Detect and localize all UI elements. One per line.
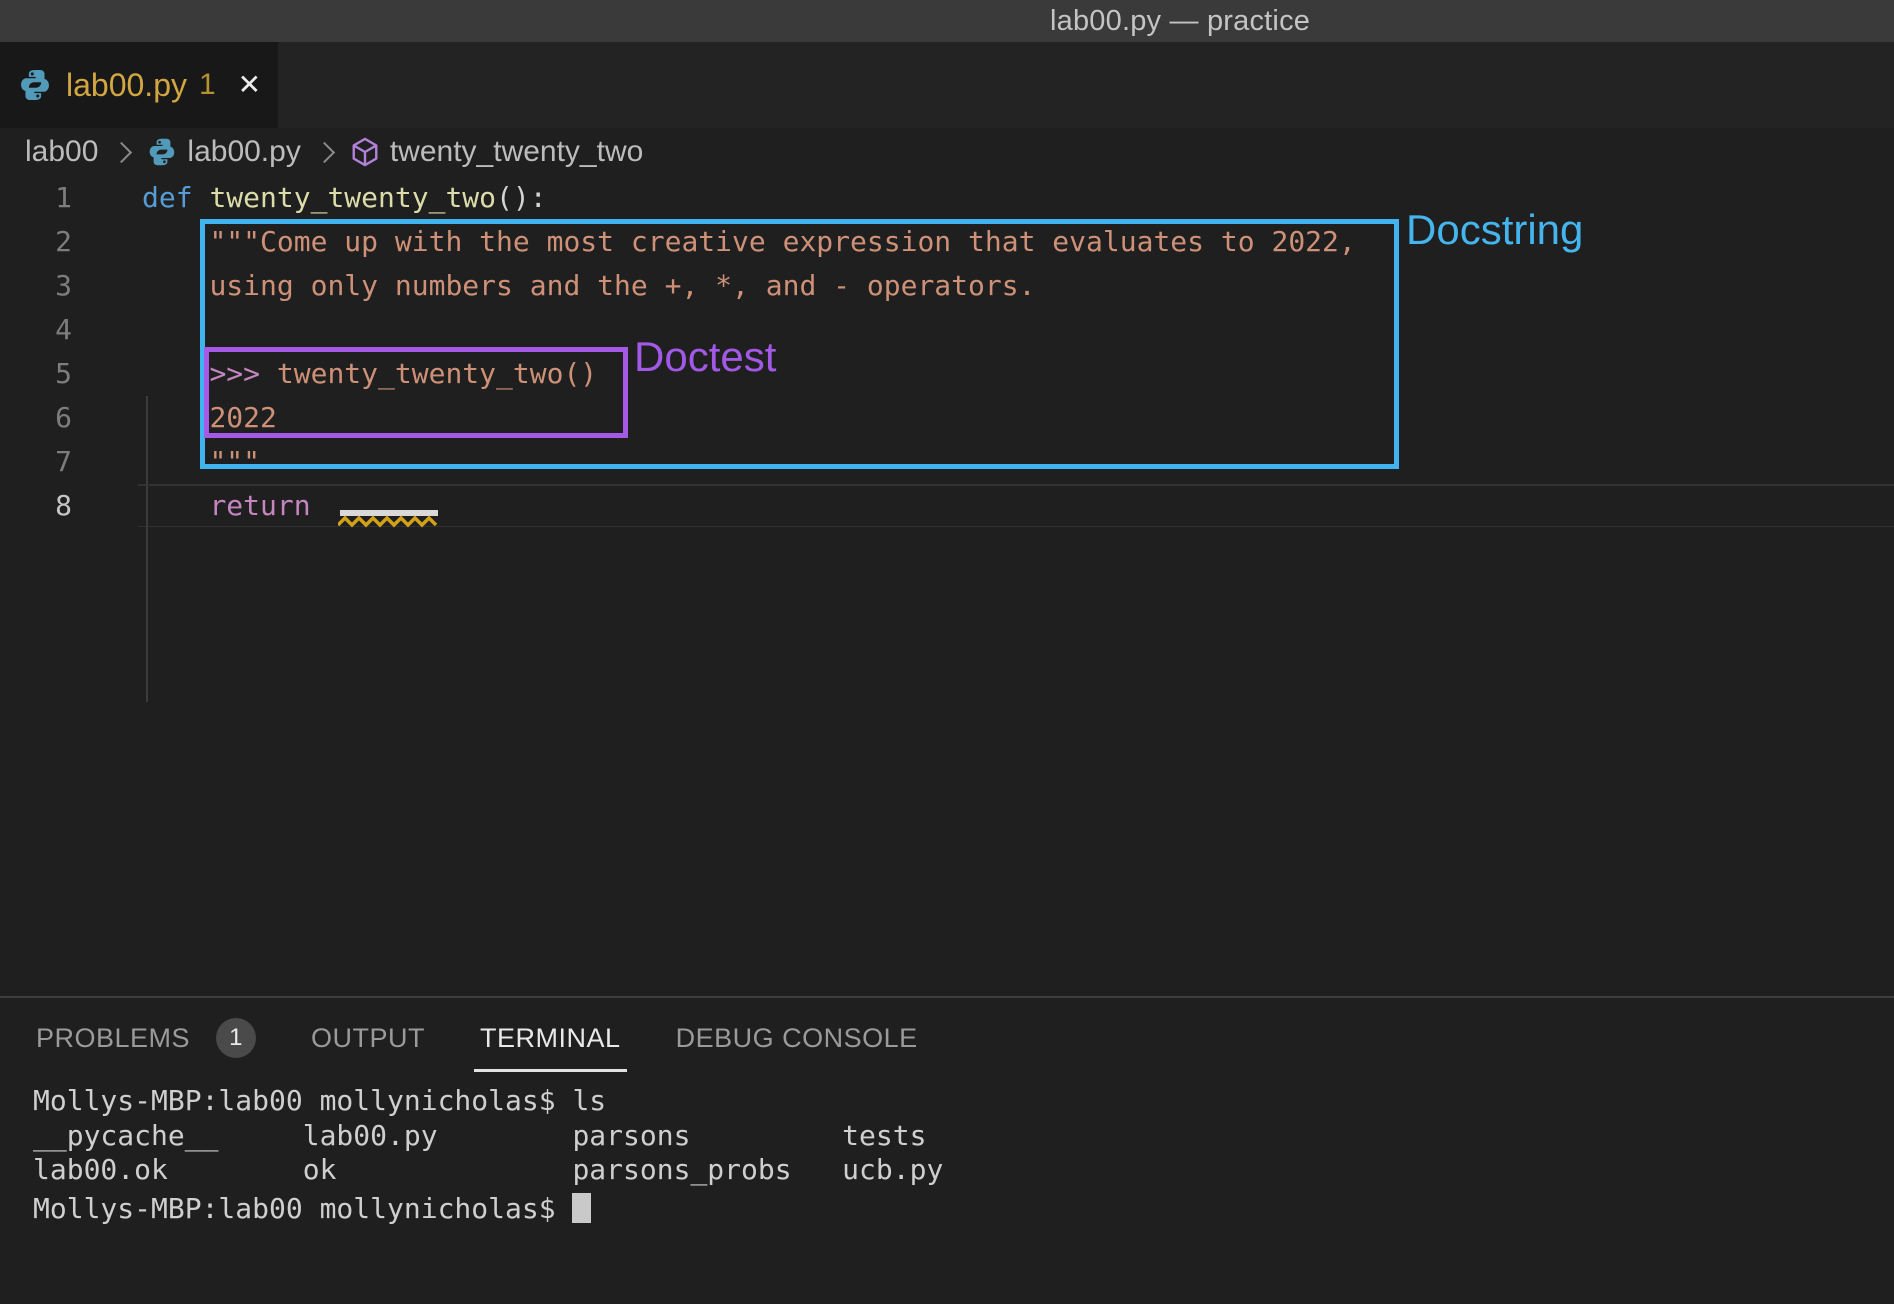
panel-tab-label: TERMINAL xyxy=(480,1023,621,1054)
code-token: (): xyxy=(496,181,547,214)
code-line[interactable]: return xyxy=(142,484,327,528)
terminal-line: Mollys-MBP:lab00 mollynicholas$ ls xyxy=(33,1084,943,1119)
breadcrumb-file[interactable]: lab00.py xyxy=(187,135,300,169)
python-icon xyxy=(18,68,52,102)
code-line[interactable]: def twenty_twenty_two(): xyxy=(142,176,547,220)
panel-tab-debug-console[interactable]: DEBUG CONSOLE xyxy=(676,1020,918,1056)
panel-tab-bar: PROBLEMS 1 OUTPUT TERMINAL DEBUG CONSOLE xyxy=(0,998,1894,1078)
breadcrumb-folder[interactable]: lab00 xyxy=(25,135,98,169)
tab-filename: lab00.py xyxy=(66,67,187,104)
line-number: 6 xyxy=(0,396,72,440)
symbol-module-cube-icon xyxy=(350,137,380,167)
terminal-line: Mollys-MBP:lab00 mollynicholas$ xyxy=(33,1188,943,1227)
line-number: 2 xyxy=(0,220,72,264)
line-number: 1 xyxy=(0,176,72,220)
code-row: 8 return xyxy=(0,484,1894,528)
panel-tab-label: PROBLEMS xyxy=(36,1023,190,1054)
line-number: 4 xyxy=(0,308,72,352)
code-token xyxy=(193,181,210,214)
code-token xyxy=(311,489,328,522)
tab-lab00py[interactable]: lab00.py 1 ✕ xyxy=(0,42,278,128)
vscode-window: lab00.py — practice lab00.py 1 ✕ lab00 l… xyxy=(0,0,1894,1304)
title-bar: lab00.py — practice xyxy=(0,0,1894,42)
doctest-label: Doctest xyxy=(634,333,776,381)
bottom-panel: PROBLEMS 1 OUTPUT TERMINAL DEBUG CONSOLE Mol… xyxy=(0,998,1894,1304)
line-number: 3 xyxy=(0,264,72,308)
tab-modified-count: 1 xyxy=(199,68,216,102)
code-token: def xyxy=(142,181,193,214)
terminal-line: __pycache__ lab00.py parsons tests xyxy=(33,1119,943,1154)
chevron-right-icon xyxy=(314,141,335,162)
code-token: twenty_twenty_two xyxy=(209,181,496,214)
python-icon xyxy=(147,137,177,167)
panel-tab-output[interactable]: OUTPUT xyxy=(311,1020,425,1056)
line-number: 5 xyxy=(0,352,72,396)
window-title: lab00.py — practice xyxy=(1050,0,1310,42)
warning-squiggle-icon xyxy=(338,515,440,528)
terminal-cursor xyxy=(572,1193,591,1223)
breadcrumb-symbol[interactable]: twenty_twenty_two xyxy=(390,135,643,169)
docstring-label: Docstring xyxy=(1406,206,1583,254)
breadcrumb: lab00 lab00.py twenty_twenty_two xyxy=(0,128,1894,176)
code-row: 1 def twenty_twenty_two(): xyxy=(0,176,1894,220)
code-token xyxy=(142,489,209,522)
panel-tab-label: DEBUG CONSOLE xyxy=(676,1023,918,1054)
problems-count-badge: 1 xyxy=(216,1018,256,1058)
terminal-line: lab00.ok ok parsons_probs ucb.py xyxy=(33,1153,943,1188)
chevron-right-icon xyxy=(111,141,132,162)
panel-tab-terminal[interactable]: TERMINAL xyxy=(480,1020,621,1056)
panel-tab-label: OUTPUT xyxy=(311,1023,425,1054)
line-number: 7 xyxy=(0,440,72,484)
line-number: 8 xyxy=(0,484,72,528)
tab-close-icon[interactable]: ✕ xyxy=(238,71,261,99)
editor-tab-strip: lab00.py 1 ✕ xyxy=(0,42,1894,128)
code-token: return xyxy=(209,489,310,522)
panel-tab-problems[interactable]: PROBLEMS 1 xyxy=(36,1020,256,1056)
terminal-output[interactable]: Mollys-MBP:lab00 mollynicholas$ ls__pyca… xyxy=(33,1084,943,1226)
doctest-highlight-box xyxy=(204,347,628,438)
